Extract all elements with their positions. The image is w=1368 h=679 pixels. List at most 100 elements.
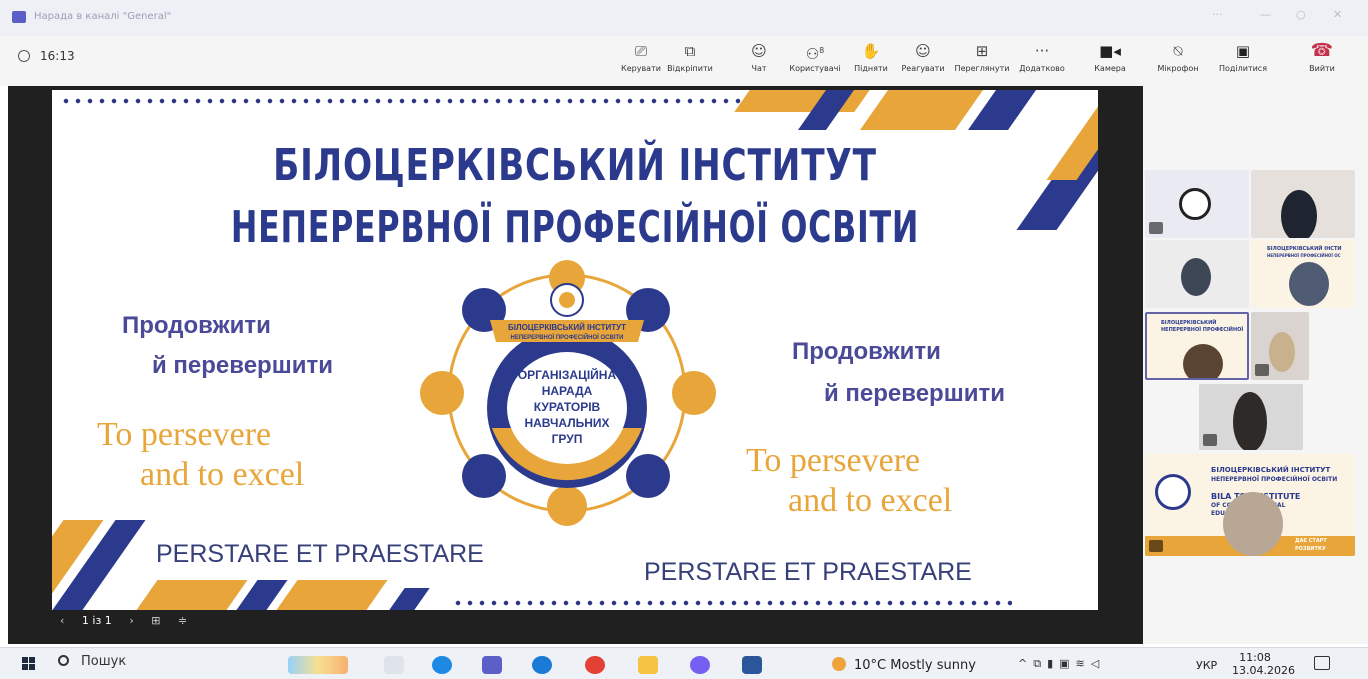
bottom-dots-decoration (452, 600, 1012, 606)
participant-tile[interactable] (1145, 170, 1249, 238)
chat-icon: ☺ (751, 42, 767, 60)
prev-slide-icon[interactable]: ‹ (60, 614, 64, 627)
chat-label: Чат (751, 64, 767, 73)
thumb-text: БІЛОЦЕРКІВСЬКИЙ ІНСТИ (1267, 246, 1342, 252)
close-icon[interactable]: ✕ (1333, 8, 1342, 21)
people-count-badge: 8 (819, 46, 825, 55)
battery-icon[interactable]: ▮ (1047, 657, 1059, 670)
mic-off-icon: ⍉ (1173, 42, 1183, 60)
emblem-banner-line-2: НЕПЕРЕРВНОЇ ПРОФЕСІЙНОЇ ОСВІТИ (511, 333, 624, 341)
avatar (1233, 392, 1267, 450)
participant-tile[interactable]: БІЛОЦЕРКІВСЬКИЙ ІНСТИТУТ НЕПЕРЕРВНОЇ ПРО… (1145, 454, 1355, 556)
present-control-icon: ⎚ (634, 42, 647, 60)
bottom-stripe-orange-3 (276, 580, 388, 610)
thumb-text: НЕПЕРЕРВНОЇ ПРОФЕСІЙНОЇ ОС (1267, 253, 1341, 258)
motto-ua-left-1: Продовжити (122, 312, 271, 339)
minimize-icon[interactable]: — (1260, 8, 1271, 21)
emblem-dot (420, 371, 464, 415)
thumb-text: РОЗВИТКУ (1295, 546, 1326, 552)
file-explorer-icon[interactable] (638, 656, 658, 674)
notification-icon[interactable] (1314, 656, 1330, 670)
meeting-toolbar: 16:13 ⎚ Керувати ⧉ Відкріпити ☺ Чат ⚇8 К… (0, 36, 1368, 86)
slide-grid-icon[interactable]: ⊞ (151, 614, 160, 627)
more-window-icon[interactable]: ··· (1212, 8, 1223, 21)
raise-hand-button[interactable]: ✋ Підняти (850, 41, 892, 73)
hangup-icon: ☎ (1310, 40, 1334, 61)
system-tray[interactable]: ^⧉▮▣≋◁ (1018, 657, 1105, 671)
shared-slide-thumbnail: БІЛОЦЕРКІВСЬКИЙ ІНСТИТУТ НЕПЕРЕРВНОЇ ПРО… (1145, 454, 1355, 556)
react-button[interactable]: ☺ Реагувати (898, 41, 948, 73)
next-slide-icon[interactable]: › (129, 614, 133, 627)
raise-hand-icon: ✋ (861, 42, 881, 60)
leave-label: Вийти (1309, 64, 1335, 73)
mic-off-icon (1203, 434, 1217, 446)
word-icon[interactable] (742, 656, 762, 674)
chevron-up-icon[interactable]: ^ (1018, 657, 1033, 670)
institute-logo-icon (1155, 474, 1191, 510)
task-view-icon[interactable] (384, 656, 404, 674)
more-button[interactable]: ··· Додатково (1016, 41, 1068, 73)
system-clock[interactable]: 11:08 13.04.2026 (1232, 651, 1295, 677)
share-button[interactable]: ▣ Поділитися (1208, 41, 1278, 73)
top-stripe-orange-2 (859, 90, 984, 130)
participant-tile[interactable] (1199, 384, 1303, 450)
react-label: Реагувати (901, 64, 945, 73)
chat-button[interactable]: ☺ Чат (744, 41, 774, 73)
edge-icon[interactable] (532, 656, 552, 674)
taskbar-search[interactable]: Пошук (58, 654, 278, 676)
emblem-dot (547, 486, 587, 526)
slide-title-line-1: БІЛОЦЕРКІВСЬКИЙ ІНСТИТУТ (273, 140, 877, 191)
people-icon: ⚇8 (805, 45, 825, 63)
slide-title-line-2: НЕПЕРЕРВНОЇ ПРОФЕСІЙНОЇ ОСВІТИ (230, 202, 920, 253)
mic-button[interactable]: ⍉ Мікрофон (1152, 41, 1204, 73)
meeting-duration: 16:13 (40, 49, 75, 63)
maximize-icon[interactable]: ○ (1296, 8, 1306, 21)
participant-tile[interactable]: БІЛОЦЕРКІВСЬКИЙ ІНСТИ НЕПЕРЕРВНОЇ ПРОФЕС… (1251, 240, 1355, 308)
sun-icon (832, 657, 846, 671)
top-dots-decoration (60, 98, 780, 104)
leave-button[interactable]: ☎ Вийти (1302, 40, 1342, 74)
viber-icon[interactable] (690, 656, 710, 674)
weather-widget[interactable]: 10°C Mostly sunny (832, 657, 976, 673)
participants-panel: БІЛОЦЕРКІВСЬКИЙ ІНСТИ НЕПЕРЕРВНОЇ ПРОФЕС… (1143, 86, 1368, 644)
title-bar: Нарада в каналі "General" ··· — ○ ✕ (0, 0, 1368, 36)
chrome-profile-icon[interactable] (585, 656, 605, 674)
teams-icon[interactable] (482, 656, 502, 674)
slide-settings-icon[interactable]: ≑ (178, 614, 187, 627)
tray-app-icon[interactable]: ⧉ (1033, 657, 1047, 670)
view-button[interactable]: ⊞ Переглянути (950, 41, 1014, 73)
search-highlight-icon[interactable] (288, 656, 348, 674)
chrome-icon[interactable] (432, 656, 452, 674)
camera-label: Камера (1094, 64, 1126, 73)
more-label: Додатково (1019, 64, 1065, 73)
people-button[interactable]: ⚇8 Користувачі (787, 41, 843, 73)
camera-tray-icon[interactable]: ▣ (1059, 657, 1075, 670)
popout-button[interactable]: ⧉ Відкріпити (666, 41, 714, 73)
mic-off-icon (1255, 364, 1269, 376)
wifi-icon[interactable]: ≋ (1076, 657, 1091, 670)
control-button[interactable]: ⎚ Керувати (618, 41, 664, 73)
avatar-icon (1179, 188, 1211, 220)
motto-ua-right-2: й перевершити (824, 380, 1005, 407)
mic-off-icon (1149, 540, 1163, 552)
motto-en-left-2: and to excel (140, 456, 305, 493)
view-grid-icon: ⊞ (975, 42, 989, 60)
view-label: Переглянути (954, 64, 1010, 73)
camera-button[interactable]: ■◂ Камера (1090, 41, 1130, 73)
popout-label: Відкріпити (667, 64, 713, 73)
input-language[interactable]: УКР (1196, 659, 1217, 672)
participant-tile[interactable]: БІЛОЦЕРКІВСЬКИЙ НЕПЕРЕРВНОЇ ПРОФЕСІЙНОЇ (1145, 312, 1249, 380)
search-label: Пошук (81, 654, 127, 669)
clock-time: 11:08 (1239, 651, 1271, 664)
participant-tile[interactable] (1251, 170, 1355, 238)
share-label: Поділитися (1218, 64, 1268, 73)
volume-icon[interactable]: ◁ (1091, 657, 1105, 670)
participant-tile[interactable] (1145, 240, 1249, 308)
windows-start-icon[interactable] (22, 657, 36, 671)
emblem-center-line-4: НАВЧАЛЬНИХ (524, 416, 609, 430)
emblem-dot (626, 454, 670, 498)
motto-en-right-2: and to excel (788, 482, 953, 519)
emblem-banner-line-1: БІЛОЦЕРКІВСЬКИЙ ІНСТИТУТ (508, 323, 626, 332)
avatar (1289, 262, 1329, 306)
participant-tile[interactable] (1251, 312, 1309, 380)
